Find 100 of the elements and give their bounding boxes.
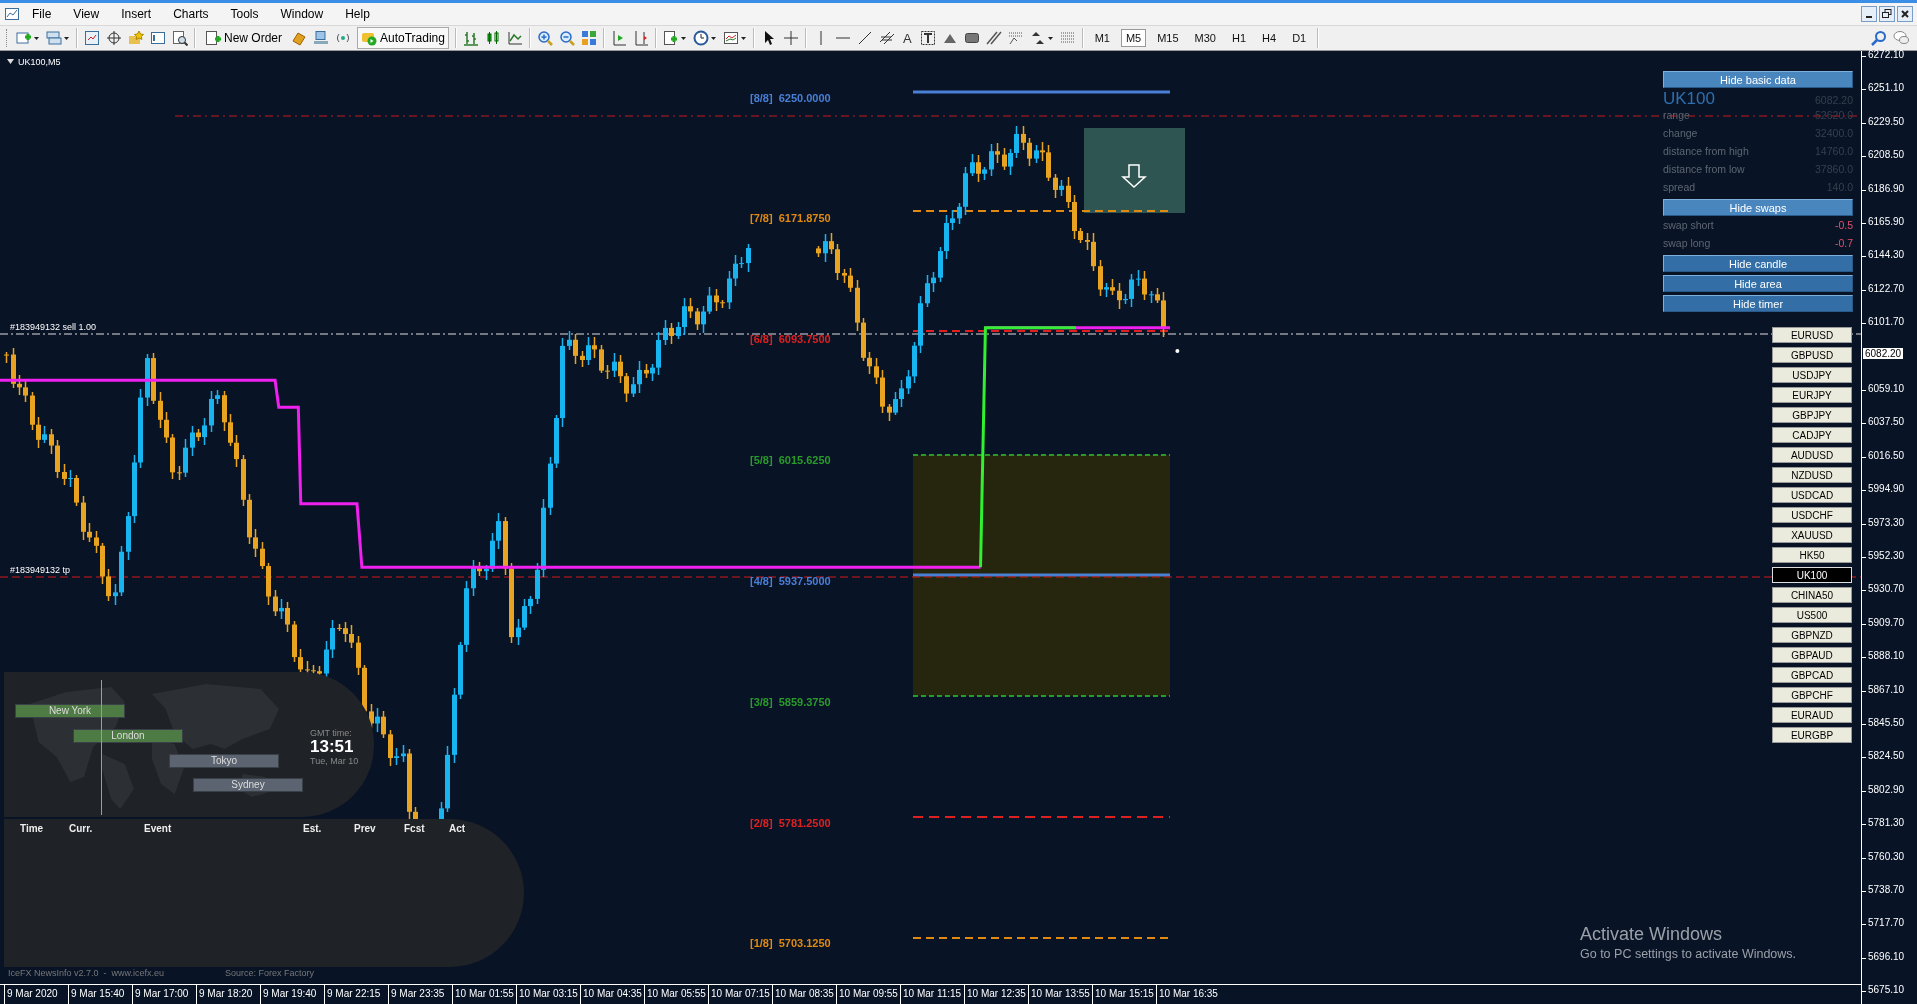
symbol-button[interactable]: NZDUSD (1772, 467, 1852, 483)
symbol-button[interactable]: EURGBP (1772, 727, 1852, 743)
price-label: 5824.50 (1868, 750, 1905, 762)
timeframe-button[interactable]: M1 (1089, 29, 1115, 47)
timeframe-button[interactable]: M15 (1152, 29, 1184, 47)
price-label: 5909.70 (1868, 616, 1905, 628)
price-label: 5760.30 (1868, 850, 1905, 862)
price-label: 5802.90 (1868, 783, 1905, 795)
symbol-button[interactable]: GBPJPY (1772, 407, 1852, 423)
activation-title: Activate Windows (1580, 924, 1724, 945)
level-label: [5/8] 6015.6250 (750, 454, 831, 466)
gmt-time: 13:51 (310, 738, 355, 756)
symbol-button[interactable]: XAUUSD (1772, 527, 1852, 543)
symbol-name: UK100 (1663, 91, 1715, 106)
symbol-button[interactable]: GBPUSD (1772, 347, 1852, 363)
symbol-button[interactable]: CHINA50 (1772, 587, 1852, 603)
time-label: 10 Mar 09:55 (836, 985, 900, 1004)
time-label: 10 Mar 08:35 (772, 985, 836, 1004)
symbol-button[interactable]: US500 (1772, 607, 1852, 623)
stat-label: distance from high (1663, 145, 1749, 157)
symbol-button[interactable]: UK100 (1772, 567, 1852, 583)
menu-item[interactable]: Help (335, 6, 380, 22)
widget-credit: IceFX NewsInfo v2.7.0 - www.icefx.eu (8, 968, 165, 978)
panel-button[interactable]: Hide candle (1663, 255, 1853, 272)
time-label: 10 Mar 15:15 (1092, 985, 1156, 1004)
panel-button[interactable]: Hide timer (1663, 295, 1853, 312)
timeframe-button[interactable]: H1 (1227, 29, 1252, 47)
price-label: 6229.50 (1868, 115, 1905, 127)
symbol-button[interactable]: EURJPY (1772, 387, 1852, 403)
column-header: Est. (303, 823, 323, 834)
stat-label: change (1663, 127, 1698, 139)
price-label: 5696.10 (1868, 950, 1905, 962)
menu-item[interactable]: File (22, 6, 62, 22)
symbol-button[interactable]: USDJPY (1772, 367, 1852, 383)
time-label: 9 Mar 18:20 (196, 985, 260, 1004)
time-label: 9 Mar 15:40 (68, 985, 132, 1004)
timeframe-button[interactable]: D1 (1287, 29, 1312, 47)
session-bar: Sydney (193, 778, 303, 792)
symbol-button[interactable]: HK50 (1772, 547, 1852, 563)
text-tool[interactable]: A (900, 30, 914, 46)
symbol-button[interactable]: GBPNZD (1772, 627, 1852, 643)
symbol-button[interactable]: CADJPY (1772, 427, 1852, 443)
price-label: 6101.70 (1868, 316, 1905, 328)
price-label: 5994.90 (1868, 483, 1905, 495)
symbol-button[interactable]: EURUSD (1772, 327, 1852, 343)
price-label: 5738.70 (1868, 884, 1905, 895)
price-label: 5867.10 (1868, 683, 1905, 695)
symbol-button[interactable]: EURAUD (1772, 707, 1852, 723)
autotrading-button[interactable]: AutoTrading (357, 27, 449, 49)
menu-item[interactable]: Tools (220, 6, 269, 22)
symbol-button[interactable]: GBPCAD (1772, 667, 1852, 683)
price-label: 5973.30 (1868, 516, 1905, 528)
price-label: 5930.70 (1868, 583, 1905, 595)
time-label: 10 Mar 12:35 (964, 985, 1028, 1004)
order-label: #183949132 sell 1.00 (10, 322, 97, 332)
time-label: 10 Mar 07:15 (708, 985, 772, 1004)
symbol-button[interactable]: AUDUSD (1772, 447, 1852, 463)
gmt-date: Tue, Mar 10 (310, 756, 359, 766)
timeframe-button[interactable]: H4 (1257, 29, 1282, 47)
price-label: 5717.70 (1868, 917, 1905, 929)
symbol-button[interactable]: GBPAUD (1772, 647, 1852, 663)
swap-value: -0.5 (1834, 219, 1853, 231)
price-label: 6144.30 (1868, 249, 1905, 261)
gmt-label: GMT time: (310, 728, 353, 738)
menu-item[interactable]: Charts (163, 6, 219, 22)
menu-item[interactable]: View (63, 6, 110, 22)
symbol-button[interactable]: USDCHF (1772, 507, 1852, 523)
time-label: 9 Mar 2020 (4, 985, 68, 1004)
price-label: 5952.30 (1868, 550, 1905, 561)
activation-text: Go to PC settings to activate Windows. (1580, 947, 1797, 961)
level-label: [1/8] 5703.1250 (750, 937, 831, 949)
symbol-button[interactable]: GBPCHF (1772, 687, 1852, 703)
hide-swaps-button[interactable]: Hide swaps (1663, 199, 1853, 216)
price-label: 6122.70 (1868, 282, 1905, 294)
timeframe-button[interactable]: M5 (1120, 29, 1147, 47)
column-header: Prev (354, 823, 377, 834)
hide-basic-data-button[interactable]: Hide basic data (1663, 71, 1853, 88)
session-bar: London (73, 729, 183, 743)
time-label: 10 Mar 13:55 (1028, 985, 1092, 1004)
new-order-button[interactable]: New Order (202, 28, 285, 48)
level-label: [3/8] 5859.3750 (750, 696, 831, 708)
timeframe-button[interactable]: M30 (1189, 29, 1221, 47)
menu-item[interactable]: Insert (111, 6, 162, 22)
time-label: 10 Mar 01:55 (452, 985, 516, 1004)
menu-item[interactable]: Window (270, 6, 334, 22)
session-bar: New York (15, 704, 125, 718)
order-label: #183949132 tp (10, 565, 71, 575)
panel-button[interactable]: Hide area (1663, 275, 1853, 292)
column-header: Event (144, 823, 173, 834)
symbol-button[interactable]: USDCAD (1772, 487, 1852, 503)
price-label: 6016.50 (1868, 449, 1905, 461)
time-label: 9 Mar 19:40 (260, 985, 324, 1004)
price-label: 6251.10 (1868, 82, 1905, 94)
price-label: 5781.30 (1868, 817, 1905, 829)
price-label: 6208.50 (1868, 149, 1905, 161)
time-label: 10 Mar 11:15 (900, 985, 964, 1004)
symbol-label: UK100,M5 (18, 57, 61, 67)
time-label: 10 Mar 05:55 (644, 985, 708, 1004)
stat-label: distance from low (1663, 163, 1745, 175)
price-label: 5675.10 (1868, 984, 1905, 996)
